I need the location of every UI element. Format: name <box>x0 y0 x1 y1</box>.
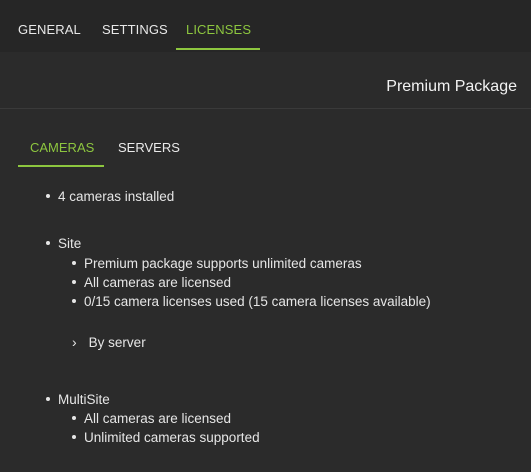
bullet-icon <box>72 261 76 266</box>
cameras-installed-text: 4 cameras installed <box>58 189 175 204</box>
multisite-item: Unlimited cameras supported <box>72 430 260 445</box>
site-item: Premium package supports unlimited camer… <box>72 256 362 271</box>
site-item-text: Premium package supports unlimited camer… <box>84 256 362 271</box>
site-item-text: All cameras are licensed <box>84 275 232 290</box>
bullet-icon <box>72 416 76 421</box>
site-item-text: 0/15 camera licenses used (15 camera lic… <box>84 294 431 309</box>
tab-general[interactable]: GENERAL <box>18 22 81 37</box>
by-server-expander[interactable]: › By server <box>72 334 146 350</box>
bullet-icon <box>72 299 76 304</box>
chevron-right-icon: › <box>72 334 77 350</box>
bullet-icon <box>72 435 76 440</box>
tab-licenses[interactable]: LICENSES <box>186 22 251 37</box>
multisite-label: MultiSite <box>58 392 110 407</box>
subtab-servers[interactable]: SERVERS <box>118 140 180 155</box>
site-label: Site <box>58 236 82 251</box>
site-item: All cameras are licensed <box>72 275 231 290</box>
tab-settings[interactable]: SETTINGS <box>102 22 168 37</box>
active-subtab-indicator <box>18 165 104 167</box>
bullet-icon <box>46 241 50 246</box>
subtab-cameras[interactable]: CAMERAS <box>30 140 94 155</box>
package-title: Premium Package <box>386 78 517 95</box>
bullet-icon <box>46 397 50 402</box>
multisite-item: All cameras are licensed <box>72 411 231 426</box>
active-tab-indicator <box>176 48 260 50</box>
package-header: Premium Package <box>0 52 531 109</box>
bullet-icon <box>72 280 76 285</box>
list-item-site: Site <box>46 236 81 251</box>
bullet-icon <box>46 194 50 199</box>
list-item-multisite: MultiSite <box>46 392 110 407</box>
site-item: 0/15 camera licenses used (15 camera lic… <box>72 294 431 309</box>
by-server-label: By server <box>88 335 146 350</box>
top-tab-bar: GENERAL SETTINGS LICENSES <box>0 0 531 52</box>
multisite-item-text: Unlimited cameras supported <box>84 430 260 445</box>
list-item-cameras-installed: 4 cameras installed <box>46 189 174 204</box>
multisite-item-text: All cameras are licensed <box>84 411 232 426</box>
